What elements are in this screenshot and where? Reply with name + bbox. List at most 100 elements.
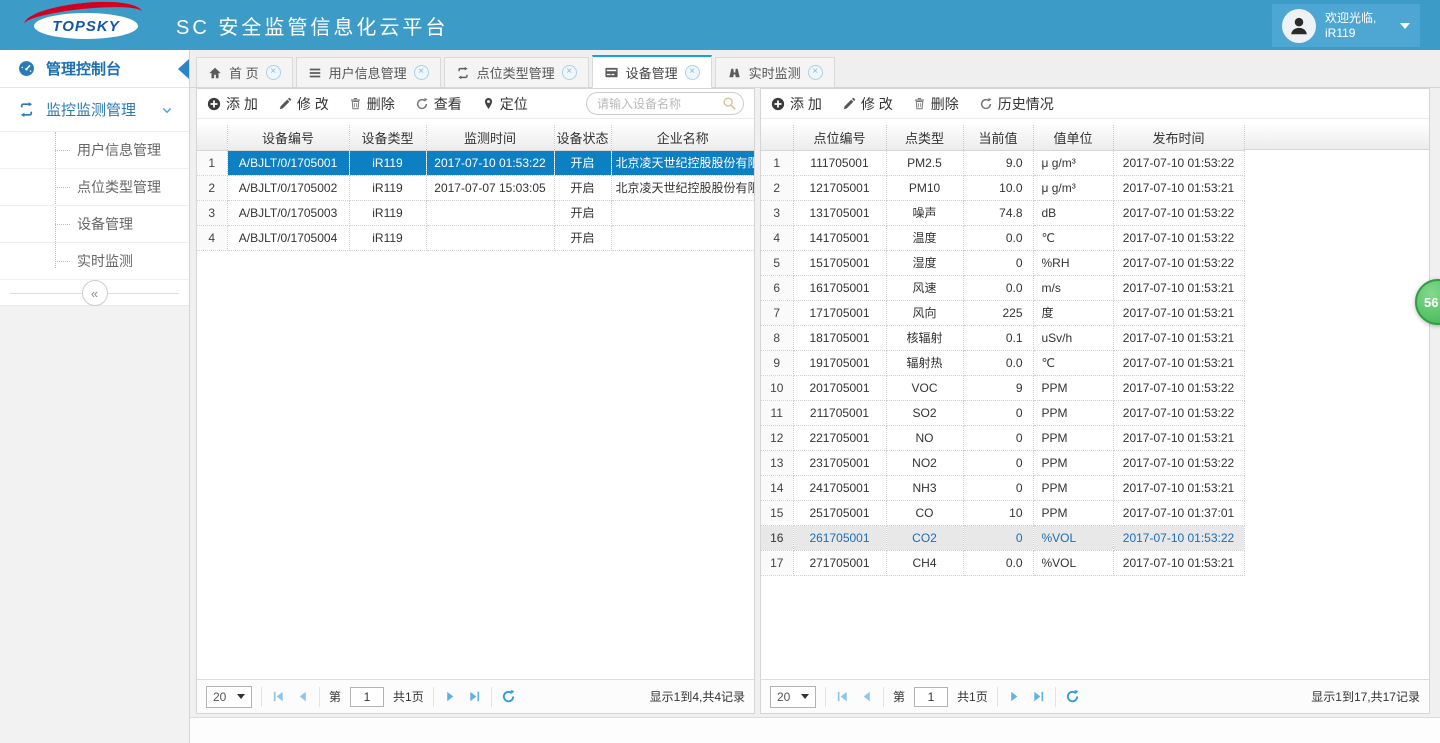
edit-button[interactable]: 修 改 bbox=[278, 94, 329, 114]
sidebar-item-console[interactable]: 管理控制台 bbox=[0, 50, 189, 88]
page-size-select[interactable]: 20 bbox=[770, 686, 816, 708]
table-cell[interactable]: NO bbox=[886, 425, 963, 450]
table-cell[interactable]: PPM bbox=[1033, 375, 1113, 400]
table-cell[interactable]: 17 bbox=[761, 550, 793, 575]
table-row[interactable]: 11211705001SO20PPM2017-07-10 01:53:22 bbox=[761, 400, 1244, 425]
prev-page-button[interactable] bbox=[295, 689, 310, 704]
table-cell[interactable]: 221705001 bbox=[793, 425, 886, 450]
table-cell[interactable]: 0.0 bbox=[963, 275, 1033, 300]
table-cell[interactable]: μ g/m³ bbox=[1033, 150, 1113, 175]
close-icon[interactable]: × bbox=[808, 65, 823, 80]
first-page-button[interactable] bbox=[835, 689, 850, 704]
table-cell[interactable]: 0 bbox=[963, 475, 1033, 500]
search-input[interactable] bbox=[586, 92, 744, 115]
table-cell[interactable]: 2017-07-10 01:53:22 bbox=[1113, 200, 1244, 225]
tab-point-type[interactable]: 点位类型管理 × bbox=[444, 57, 589, 88]
table-cell[interactable]: 温度 bbox=[886, 225, 963, 250]
table-row[interactable]: 3A/BJLT/0/1705003iR119开启 bbox=[197, 200, 754, 225]
table-cell[interactable]: 14 bbox=[761, 475, 793, 500]
table-cell[interactable]: 241705001 bbox=[793, 475, 886, 500]
table-cell[interactable]: 2017-07-10 01:53:21 bbox=[1113, 350, 1244, 375]
next-page-button[interactable] bbox=[1007, 689, 1022, 704]
page-size-select[interactable]: 20 bbox=[206, 686, 252, 708]
table-cell[interactable]: NO2 bbox=[886, 450, 963, 475]
last-page-button[interactable] bbox=[467, 689, 482, 704]
table-cell[interactable]: 1 bbox=[197, 150, 227, 175]
table-cell[interactable]: 1 bbox=[761, 150, 793, 175]
table-cell[interactable]: ℃ bbox=[1033, 350, 1113, 375]
table-cell[interactable]: 0 bbox=[963, 250, 1033, 275]
table-cell[interactable]: 开启 bbox=[554, 200, 611, 225]
delete-button[interactable]: 删除 bbox=[349, 94, 395, 114]
table-cell[interactable]: PPM bbox=[1033, 475, 1113, 500]
table-cell[interactable]: 开启 bbox=[554, 225, 611, 250]
table-cell[interactable]: A/BJLT/0/1705001 bbox=[227, 150, 349, 175]
table-cell[interactable]: 0 bbox=[963, 400, 1033, 425]
table-cell[interactable]: PPM bbox=[1033, 400, 1113, 425]
table-cell[interactable]: 0 bbox=[963, 525, 1033, 550]
table-cell[interactable]: PPM bbox=[1033, 425, 1113, 450]
table-row[interactable]: 3131705001噪声74.8dB2017-07-10 01:53:22 bbox=[761, 200, 1244, 225]
table-cell[interactable]: 2017-07-10 01:53:21 bbox=[1113, 175, 1244, 200]
table-row[interactable]: 16261705001CO20%VOL2017-07-10 01:53:22 bbox=[761, 525, 1244, 550]
table-row[interactable]: 1A/BJLT/0/1705001iR1192017-07-10 01:53:2… bbox=[197, 150, 754, 175]
table-cell[interactable]: A/BJLT/0/1705004 bbox=[227, 225, 349, 250]
table-cell[interactable]: 2017-07-10 01:53:22 bbox=[1113, 375, 1244, 400]
history-button[interactable]: 历史情况 bbox=[979, 94, 1054, 114]
collapse-sidebar-button[interactable]: « bbox=[82, 280, 108, 306]
table-cell[interactable]: 10 bbox=[963, 500, 1033, 525]
table-cell[interactable]: %RH bbox=[1033, 250, 1113, 275]
table-cell[interactable]: 10.0 bbox=[963, 175, 1033, 200]
table-cell[interactable]: 核辐射 bbox=[886, 325, 963, 350]
table-cell[interactable]: 4 bbox=[761, 225, 793, 250]
table-cell[interactable]: SO2 bbox=[886, 400, 963, 425]
table-cell[interactable]: 北京凌天世纪控股股份有限 bbox=[611, 175, 754, 200]
table-cell[interactable]: 12 bbox=[761, 425, 793, 450]
table-cell[interactable]: 2017-07-10 01:53:21 bbox=[1113, 325, 1244, 350]
table-row[interactable]: 8181705001核辐射0.1uSv/h2017-07-10 01:53:21 bbox=[761, 325, 1244, 350]
table-cell[interactable]: %VOL bbox=[1033, 525, 1113, 550]
reload-icon[interactable] bbox=[1065, 689, 1080, 704]
page-number-input[interactable] bbox=[350, 687, 384, 707]
table-cell[interactable]: 251705001 bbox=[793, 500, 886, 525]
table-cell[interactable]: 开启 bbox=[554, 175, 611, 200]
table-cell[interactable]: 13 bbox=[761, 450, 793, 475]
table-cell[interactable]: 141705001 bbox=[793, 225, 886, 250]
table-cell[interactable]: NH3 bbox=[886, 475, 963, 500]
table-cell[interactable]: 2017-07-10 01:53:22 bbox=[1113, 250, 1244, 275]
table-cell[interactable]: 2017-07-10 01:53:22 bbox=[1113, 400, 1244, 425]
next-page-button[interactable] bbox=[443, 689, 458, 704]
edit-button[interactable]: 修 改 bbox=[842, 94, 893, 114]
table-cell[interactable]: 74.8 bbox=[963, 200, 1033, 225]
table-cell[interactable]: 2017-07-10 01:53:22 bbox=[1113, 525, 1244, 550]
table-cell[interactable]: 6 bbox=[761, 275, 793, 300]
table-row[interactable]: 4A/BJLT/0/1705004iR119开启 bbox=[197, 225, 754, 250]
tab-user-info[interactable]: 用户信息管理 × bbox=[296, 57, 441, 88]
table-cell[interactable]: 7 bbox=[761, 300, 793, 325]
close-icon[interactable]: × bbox=[266, 65, 281, 80]
table-cell[interactable]: 噪声 bbox=[886, 200, 963, 225]
reload-icon[interactable] bbox=[501, 689, 516, 704]
table-row[interactable]: 5151705001湿度0%RH2017-07-10 01:53:22 bbox=[761, 250, 1244, 275]
table-cell[interactable]: 8 bbox=[761, 325, 793, 350]
table-cell[interactable]: 9.0 bbox=[963, 150, 1033, 175]
table-row[interactable]: 17271705001CH40.0%VOL2017-07-10 01:53:21 bbox=[761, 550, 1244, 575]
table-cell[interactable]: 湿度 bbox=[886, 250, 963, 275]
table-row[interactable]: 9191705001辐射热0.0℃2017-07-10 01:53:21 bbox=[761, 350, 1244, 375]
table-cell[interactable]: 0.1 bbox=[963, 325, 1033, 350]
table-cell[interactable]: 9 bbox=[761, 350, 793, 375]
table-cell[interactable]: PPM bbox=[1033, 450, 1113, 475]
table-cell[interactable]: μ g/m³ bbox=[1033, 175, 1113, 200]
table-cell[interactable]: 风速 bbox=[886, 275, 963, 300]
table-cell[interactable]: PM10 bbox=[886, 175, 963, 200]
table-cell[interactable]: 231705001 bbox=[793, 450, 886, 475]
sidebar-item-point-type[interactable]: 点位类型管理 bbox=[0, 169, 189, 206]
sidebar-item-realtime[interactable]: 实时监测 bbox=[0, 243, 189, 280]
table-cell[interactable]: 191705001 bbox=[793, 350, 886, 375]
table-cell[interactable]: 11 bbox=[761, 400, 793, 425]
table-cell[interactable]: 0.0 bbox=[963, 550, 1033, 575]
add-button[interactable]: 添 加 bbox=[771, 94, 822, 114]
sidebar-group-monitoring[interactable]: 监控监测管理 bbox=[0, 88, 189, 132]
table-cell[interactable]: 111705001 bbox=[793, 150, 886, 175]
table-cell[interactable]: 2017-07-10 01:53:21 bbox=[1113, 300, 1244, 325]
